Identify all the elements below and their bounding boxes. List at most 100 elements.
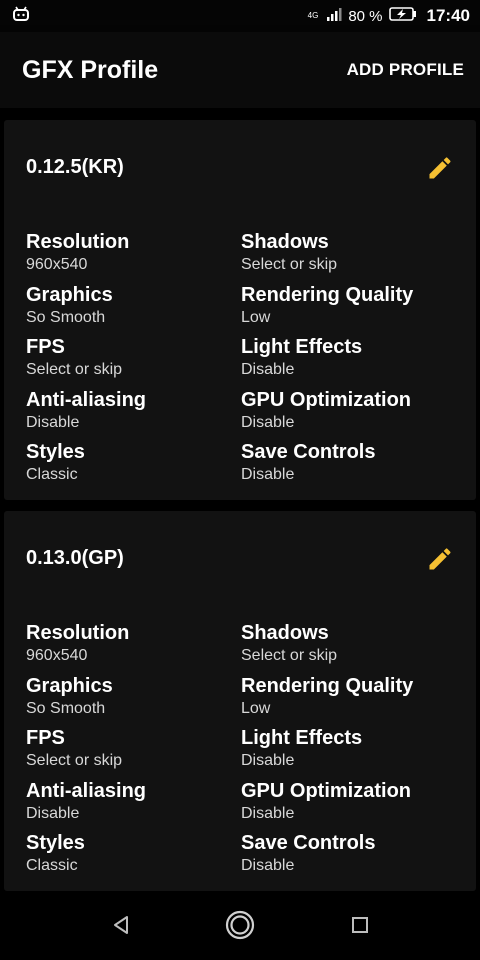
network-type-label: 4G	[307, 11, 319, 20]
setting-label: FPS	[26, 727, 65, 750]
profile-list[interactable]: 0.12.5(KR) Resolution 960x540 Shadows Se…	[0, 108, 480, 894]
setting-value: Disable	[241, 413, 295, 431]
setting-save-controls: Save Controls Disable	[241, 440, 456, 493]
setting-label: Save Controls	[241, 832, 376, 855]
setting-resolution: Resolution 960x540	[26, 621, 241, 674]
clock: 17:40	[426, 6, 470, 25]
settings-row: FPS Select or skip Light Effects Disable	[26, 335, 456, 388]
setting-label: Resolution	[26, 231, 130, 253]
profile-name: 0.12.5(KR)	[26, 156, 124, 178]
status-right: 4G 80 % 17:40	[308, 6, 470, 26]
setting-value: Disable	[26, 413, 80, 431]
pencil-icon	[426, 157, 454, 186]
battery-percent: 80 %	[348, 7, 383, 25]
setting-value: So Smooth	[26, 699, 106, 717]
setting-styles: Styles Classic	[26, 440, 241, 493]
setting-save-controls: Save Controls Disable	[241, 831, 456, 884]
setting-label: GPU Optimization	[241, 388, 411, 411]
setting-label: GPU Optimization	[241, 779, 411, 802]
settings-row: Graphics So Smooth Rendering Quality Low	[26, 283, 456, 336]
setting-value: Disable	[241, 466, 295, 484]
setting-value: 960x540	[26, 647, 88, 664]
edit-profile-button[interactable]	[426, 545, 454, 573]
setting-value: Disable	[241, 804, 295, 822]
edit-profile-button[interactable]	[426, 154, 454, 182]
setting-label: Anti-aliasing	[26, 388, 147, 411]
setting-value: Select or skip	[241, 256, 338, 273]
settings-row: Resolution 960x540 Shadows Select or ski…	[26, 230, 456, 283]
setting-graphics: Graphics So Smooth	[26, 674, 241, 727]
setting-gpu-optimization: GPU Optimization Disable	[241, 779, 456, 832]
signal-icon	[326, 7, 342, 25]
settings-grid: Resolution 960x540 Shadows Select or ski…	[26, 230, 456, 493]
setting-value: Low	[241, 699, 271, 717]
screen: 4G 80 % 17:40 GFX Profile ADD PROFILE 0.…	[0, 0, 480, 960]
setting-styles: Styles Classic	[26, 831, 241, 884]
setting-shadows: Shadows Select or skip	[241, 621, 456, 674]
setting-resolution: Resolution 960x540	[26, 230, 241, 283]
settings-row: Graphics So Smooth Rendering Quality Low	[26, 674, 456, 727]
setting-fps: FPS Select or skip	[26, 726, 241, 779]
setting-label: Graphics	[26, 674, 113, 697]
setting-label: FPS	[26, 336, 65, 359]
app-bar: GFX Profile ADD PROFILE	[0, 32, 480, 108]
settings-row: FPS Select or skip Light Effects Disable	[26, 726, 456, 779]
back-button[interactable]	[106, 912, 136, 942]
setting-label: Rendering Quality	[241, 674, 414, 697]
status-left	[12, 6, 30, 27]
setting-label: Rendering Quality	[241, 283, 414, 306]
setting-value: Select or skip	[26, 752, 123, 770]
setting-label: Resolution	[26, 622, 130, 644]
page-title: GFX Profile	[22, 55, 159, 84]
setting-value: Classic	[26, 857, 78, 875]
setting-label: Save Controls	[241, 441, 376, 464]
status-bar: 4G 80 % 17:40	[0, 0, 480, 32]
setting-value: Disable	[26, 804, 80, 822]
settings-row: Anti-aliasing Disable GPU Optimization D…	[26, 388, 456, 441]
setting-value: Classic	[26, 466, 78, 484]
setting-fps: FPS Select or skip	[26, 335, 241, 388]
setting-rendering-quality: Rendering Quality Low	[241, 283, 456, 336]
back-triangle-icon	[110, 914, 132, 941]
setting-label: Graphics	[26, 283, 113, 306]
settings-row: Resolution 960x540 Shadows Select or ski…	[26, 621, 456, 674]
setting-label: Shadows	[241, 622, 329, 644]
setting-anti-aliasing: Anti-aliasing Disable	[26, 779, 241, 832]
profile-card[interactable]: 0.13.0(GP) Resolution 960x540 Shadows Se…	[4, 511, 476, 891]
setting-label: Anti-aliasing	[26, 779, 147, 802]
recents-square-icon	[350, 915, 370, 940]
setting-label: Styles	[26, 832, 85, 855]
setting-value: Low	[241, 308, 271, 326]
setting-label: Light Effects	[241, 727, 363, 750]
setting-value: Select or skip	[241, 647, 338, 664]
battery-charging-icon	[388, 7, 417, 25]
home-circle-icon	[225, 910, 255, 945]
add-profile-button[interactable]: ADD PROFILE	[347, 60, 464, 80]
setting-value: Disable	[241, 857, 295, 875]
setting-graphics: Graphics So Smooth	[26, 283, 241, 336]
recents-button[interactable]	[345, 912, 375, 942]
setting-value: Disable	[241, 361, 295, 379]
setting-label: Styles	[26, 441, 85, 464]
setting-value: So Smooth	[26, 308, 106, 326]
pencil-icon	[426, 548, 454, 577]
setting-value: Disable	[241, 752, 295, 770]
setting-label: Shadows	[241, 231, 329, 253]
settings-row: Styles Classic Save Controls Disable	[26, 440, 456, 493]
profile-name: 0.13.0(GP)	[26, 547, 124, 569]
profile-card[interactable]: 0.12.5(KR) Resolution 960x540 Shadows Se…	[4, 120, 476, 500]
setting-anti-aliasing: Anti-aliasing Disable	[26, 388, 241, 441]
settings-row: Styles Classic Save Controls Disable	[26, 831, 456, 884]
android-debug-icon	[12, 6, 30, 27]
settings-grid: Resolution 960x540 Shadows Select or ski…	[26, 621, 456, 884]
setting-light-effects: Light Effects Disable	[241, 726, 456, 779]
home-button[interactable]	[225, 910, 255, 945]
settings-row: Anti-aliasing Disable GPU Optimization D…	[26, 779, 456, 832]
setting-light-effects: Light Effects Disable	[241, 335, 456, 388]
setting-label: Light Effects	[241, 336, 363, 359]
setting-gpu-optimization: GPU Optimization Disable	[241, 388, 456, 441]
navigation-bar	[0, 894, 480, 960]
setting-value: 960x540	[26, 256, 88, 273]
setting-rendering-quality: Rendering Quality Low	[241, 674, 456, 727]
setting-shadows: Shadows Select or skip	[241, 230, 456, 283]
